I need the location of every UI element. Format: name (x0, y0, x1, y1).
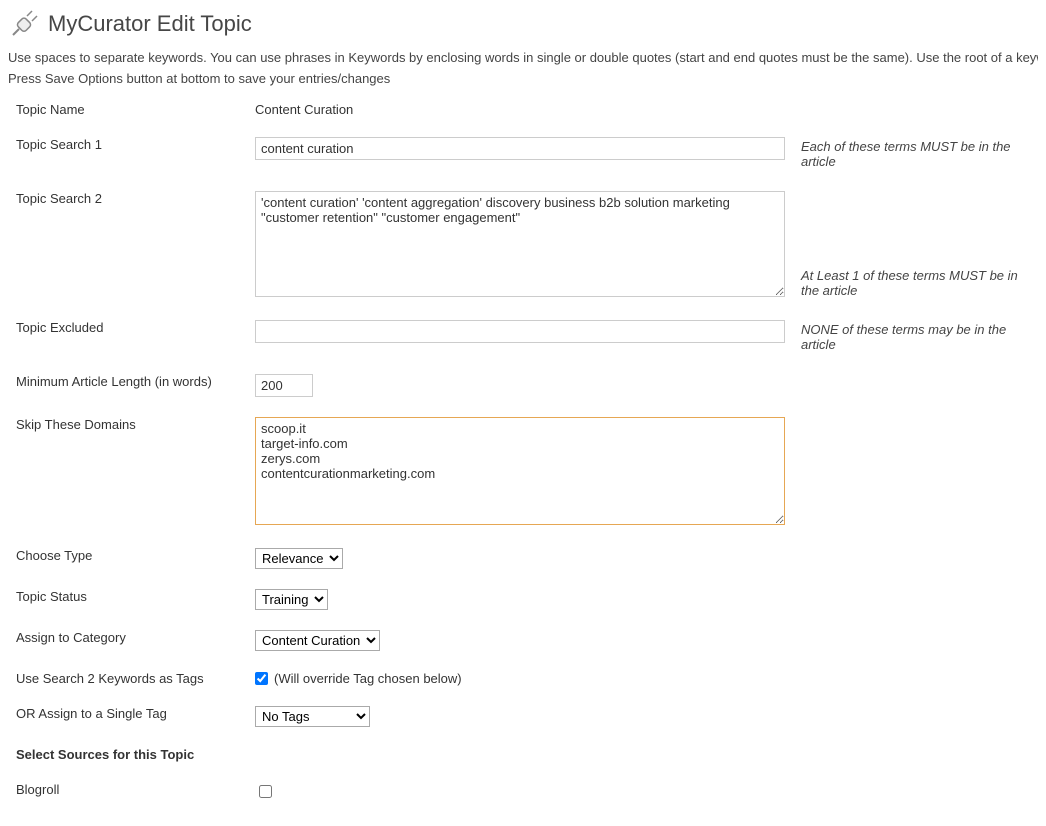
topic-excluded-hint: NONE of these terms may be in the articl… (793, 310, 1038, 364)
choose-type-label: Choose Type (8, 538, 247, 579)
topic-excluded-label: Topic Excluded (8, 310, 247, 364)
skip-domains-label: Skip These Domains (8, 407, 247, 538)
topic-search-2-hint: At Least 1 of these terms MUST be in the… (793, 181, 1038, 310)
use-search2-tags-checkbox[interactable] (255, 672, 268, 685)
topic-name-label: Topic Name (8, 92, 247, 127)
topic-status-label: Topic Status (8, 579, 247, 620)
intro-text-2: Press Save Options button at bottom to s… (8, 71, 1038, 86)
topic-search-1-label: Topic Search 1 (8, 127, 247, 181)
topic-search-2-input[interactable] (255, 191, 785, 297)
topic-excluded-input[interactable] (255, 320, 785, 343)
select-sources-heading: Select Sources for this Topic (8, 737, 1038, 772)
assign-single-tag-label: OR Assign to a Single Tag (8, 696, 247, 737)
blogroll-label: Blogroll (8, 772, 247, 811)
topic-name-value: Content Curation (255, 102, 353, 117)
topic-search-1-hint: Each of these terms MUST be in the artic… (793, 127, 1038, 181)
use-search2-tags-label: Use Search 2 Keywords as Tags (8, 661, 247, 696)
topic-search-2-label: Topic Search 2 (8, 181, 247, 310)
assign-category-select[interactable]: Content Curation (255, 630, 380, 651)
min-article-len-input[interactable] (255, 374, 313, 397)
choose-type-select[interactable]: Relevance (255, 548, 343, 569)
plug-icon (8, 8, 40, 40)
topic-form: Topic Name Content Curation Topic Search… (8, 92, 1038, 811)
skip-domains-input[interactable] (255, 417, 785, 525)
topic-status-select[interactable]: Training (255, 589, 328, 610)
topic-search-1-input[interactable] (255, 137, 785, 160)
min-article-len-label: Minimum Article Length (in words) (8, 364, 247, 407)
use-search2-tags-note: (Will override Tag chosen below) (274, 671, 462, 686)
blogroll-checkbox[interactable] (259, 785, 272, 798)
page-header: MyCurator Edit Topic (8, 8, 1038, 40)
assign-category-label: Assign to Category (8, 620, 247, 661)
intro-text-1: Use spaces to separate keywords. You can… (8, 50, 1038, 65)
assign-single-tag-select[interactable]: No Tags (255, 706, 370, 727)
page-title: MyCurator Edit Topic (48, 11, 252, 37)
